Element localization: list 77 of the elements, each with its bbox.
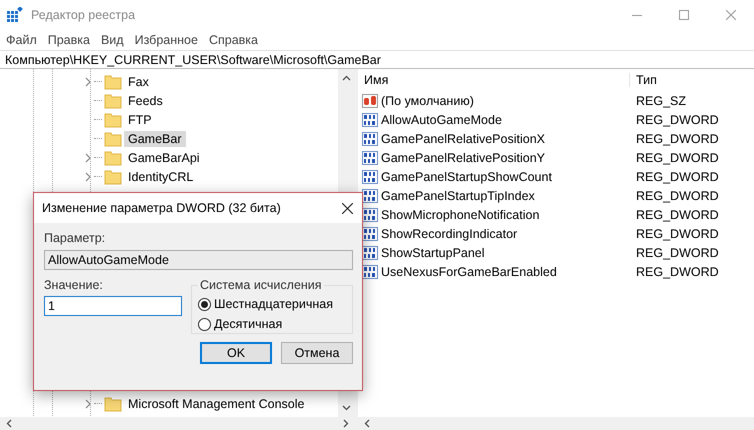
binary-value-icon [362,130,378,146]
column-header[interactable]: Имя [358,73,630,87]
binary-value-icon [362,168,378,184]
radio-button[interactable] [198,298,211,310]
menu-item[interactable]: Справка [204,33,265,47]
value-name[interactable]: GamePanelRelativePositionY [381,150,545,164]
scroll-right-icon[interactable] [343,419,349,428]
binary-value-icon [362,150,378,166]
app-icon [7,7,23,23]
tree-item[interactable]: Feeds [124,92,167,108]
scroll-left-icon[interactable] [364,419,370,428]
binary-value-icon [362,112,378,128]
folder-icon [104,168,122,184]
value-name[interactable]: GamePanelStartupShowCount [381,170,552,184]
value-name[interactable]: ShowRecordingIndicator [381,226,518,240]
group-label: Система исчисления [199,278,323,292]
value-type: REG_DWORD [635,226,719,240]
folder-icon [104,150,122,166]
value-type: REG_DWORD [635,264,719,278]
cancel-button[interactable]: Отмена [281,342,353,364]
horizontal-scrollbar[interactable] [0,417,355,430]
folder-icon [104,74,122,90]
value-type: REG_DWORD [635,188,719,202]
field-label: Параметр: [44,231,106,245]
radio-label[interactable]: Шестнадцатеричная [214,297,333,311]
folder-icon [104,92,122,108]
value-type: REG_DWORD [635,112,719,126]
value-name[interactable]: GamePanelRelativePositionX [381,132,545,146]
close-icon [726,10,736,20]
tree-item[interactable]: GameBarApi [124,150,204,166]
scroll-up-icon[interactable] [342,75,351,81]
scroll-left-icon[interactable] [6,419,12,428]
value-name[interactable]: ShowMicrophoneNotification [381,208,540,222]
value-type: REG_SZ [635,94,686,108]
value-type: REG_DWORD [635,132,719,146]
tree-item[interactable]: Microsoft Management Console [124,396,308,412]
ok-button[interactable]: OK [200,342,272,364]
value-name[interactable]: ShowStartupPanel [381,246,485,260]
menu-item[interactable]: Файл [2,33,44,47]
value-name[interactable]: AllowAutoGameMode [381,112,502,126]
radio-button[interactable] [198,318,211,330]
horizontal-scrollbar[interactable] [358,417,754,430]
menu-item[interactable]: Правка [44,33,97,47]
dialog-title: Изменение параметра DWORD (32 бита) [42,201,281,215]
close-icon [342,202,352,214]
value-name[interactable]: GamePanelStartupTipIndex [381,188,535,202]
folder-icon [104,396,122,412]
value-type: REG_DWORD [635,170,719,184]
folder-icon [104,112,122,128]
binary-value-icon [362,264,378,280]
tree-item[interactable]: IdentityCRL [124,168,198,184]
minimize-icon [632,14,642,16]
tree-item[interactable]: GameBar [124,130,186,146]
tree-item[interactable]: Fax [124,74,153,90]
radio-label[interactable]: Десятичная [214,317,282,331]
menu-item[interactable]: Избранное [130,33,205,47]
value-type: REG_DWORD [635,150,719,164]
tree-item[interactable]: FTP [124,112,156,128]
address-bar[interactable]: Компьютер\HKEY_CURRENT_USER\Software\Microsoft\GameBar [0,50,754,69]
value-field[interactable]: 1 [44,296,182,316]
chevron-icon[interactable] [84,398,92,408]
value-name[interactable]: UseNexusForGameBarEnabled [381,264,557,278]
value-name[interactable]: (По умолчанию) [381,94,474,108]
scroll-down-icon[interactable] [342,405,351,411]
value-type: REG_DWORD [635,246,719,260]
binary-value-icon [362,244,378,260]
folder-icon [104,130,122,146]
window-title: Редактор реестра [31,8,136,22]
menu-item[interactable]: Вид [96,33,131,47]
binary-value-icon [362,226,378,242]
column-header[interactable]: Тип [630,73,657,87]
parameter-field[interactable]: AllowAutoGameMode [44,250,353,270]
maximize-icon [678,10,688,20]
value-type: REG_DWORD [635,208,719,222]
chevron-icon[interactable] [84,76,92,86]
field-label: Значение: [44,278,104,292]
string-value-icon [362,92,378,108]
